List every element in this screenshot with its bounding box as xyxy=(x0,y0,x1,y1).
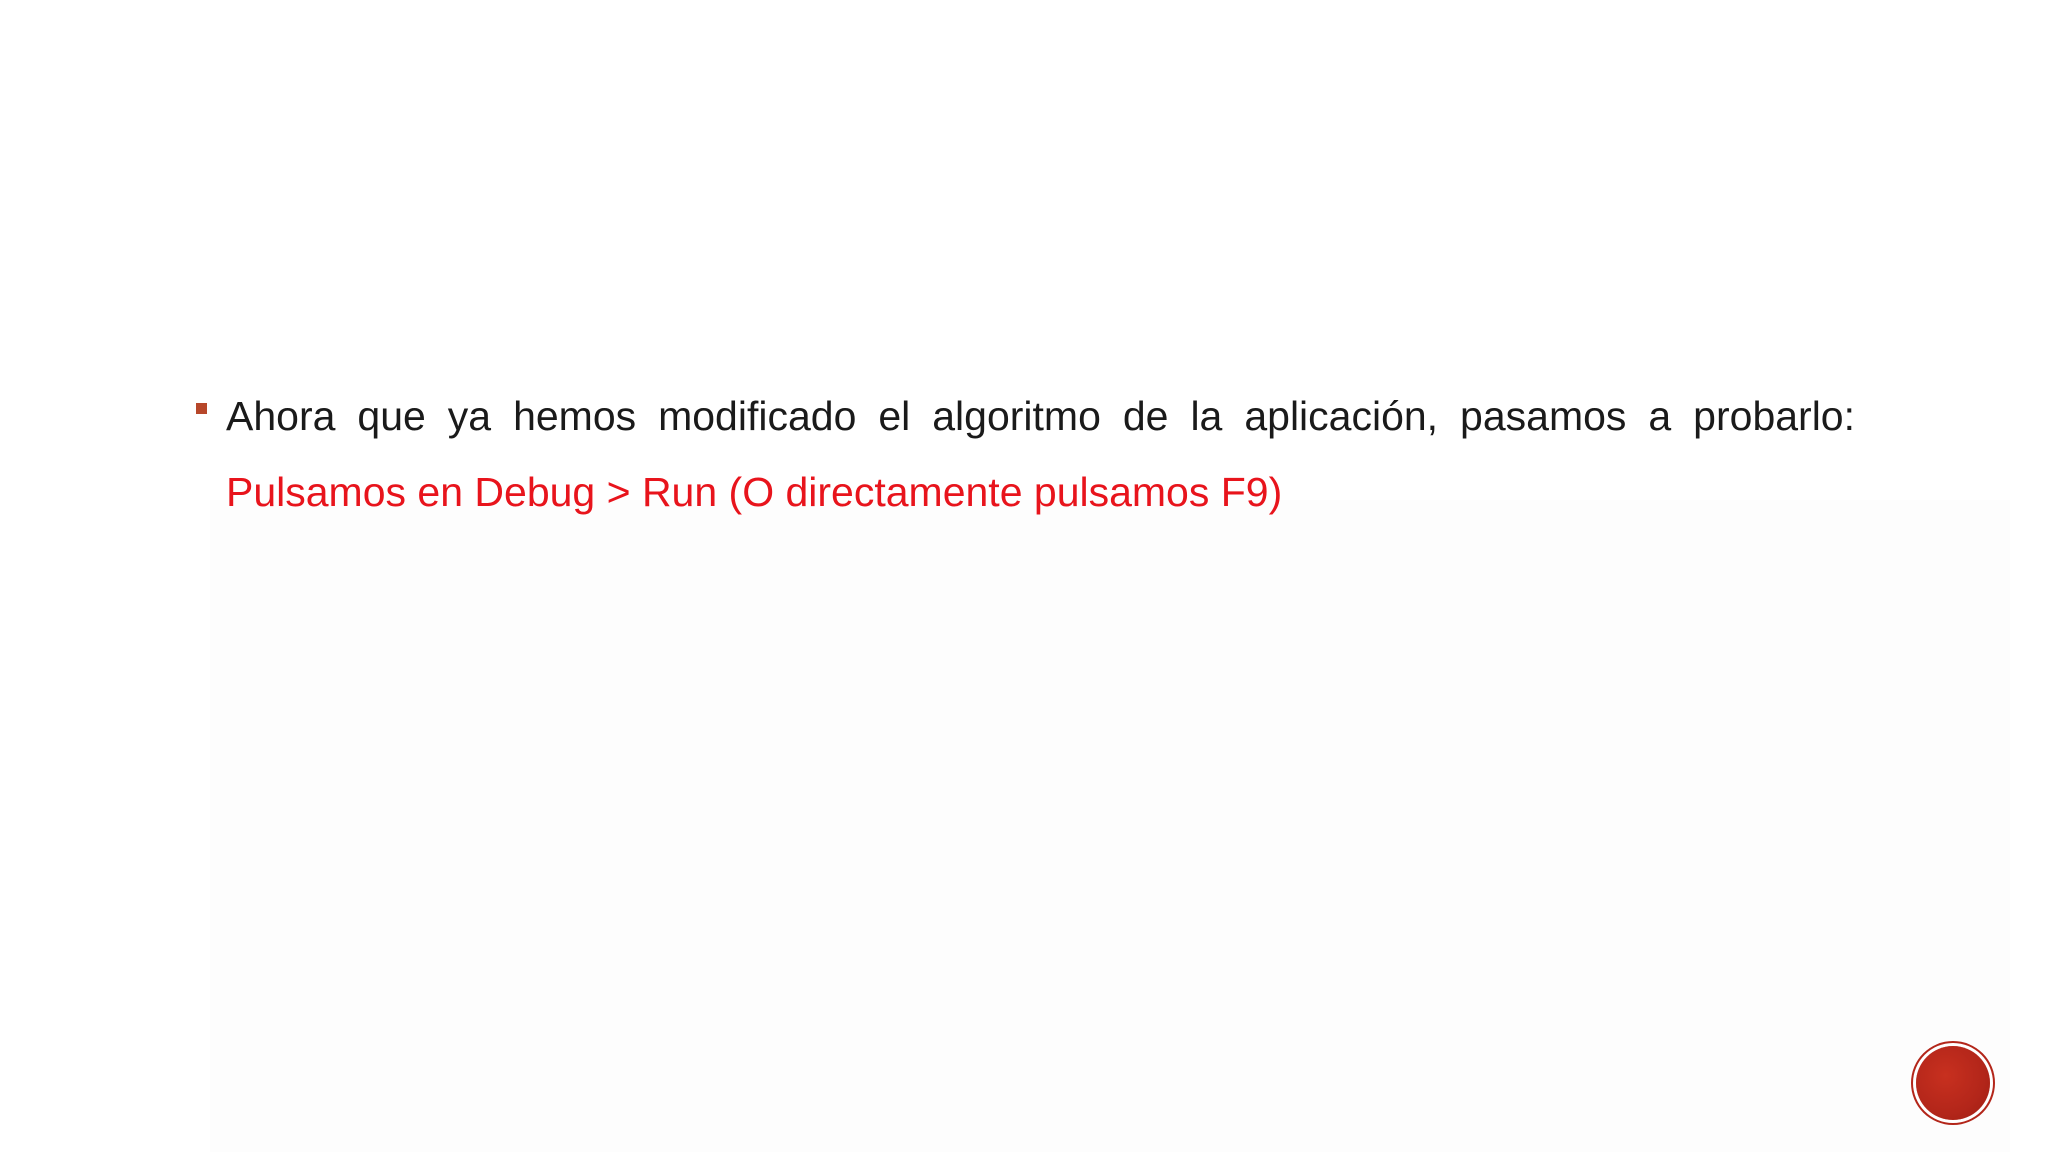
slide-content-area xyxy=(210,500,2010,1152)
bullet-text-line-2-highlight: Pulsamos en Debug > Run (O directamente … xyxy=(226,469,1283,515)
bullet-text-line-1: Ahora que ya hemos modificado el algorit… xyxy=(226,393,1855,439)
presentation-slide: Ahora que ya hemos modificado el algorit… xyxy=(0,0,2048,1152)
slide-number-badge-icon xyxy=(1916,1046,1990,1120)
square-bullet-icon xyxy=(196,403,207,414)
